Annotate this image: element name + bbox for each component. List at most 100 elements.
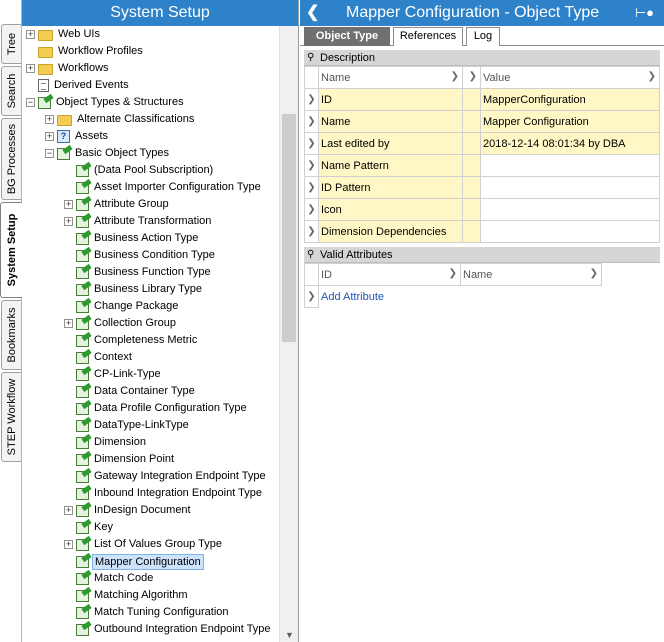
column-header-spacer[interactable]: ❯ [462, 66, 481, 89]
back-arrow-icon[interactable]: ❮ [306, 0, 319, 26]
tree-scrollbar[interactable]: ▼ [279, 26, 298, 642]
tree-node[interactable]: (Data Pool Subscription) [64, 162, 215, 179]
tab-references[interactable]: References [393, 27, 463, 46]
tree-node[interactable]: Mapper Configuration [64, 553, 204, 570]
tree-node-label[interactable]: Match Code [92, 570, 155, 587]
tree-node[interactable]: Data Container Type [64, 383, 197, 400]
tree-node[interactable]: +? Assets [45, 128, 110, 145]
property-value[interactable] [480, 154, 660, 177]
scrollbar-thumb[interactable] [282, 114, 296, 342]
side-tab-system-setup[interactable]: System Setup [0, 202, 22, 298]
tree-node[interactable]: + Collection Group [64, 315, 178, 332]
tree-node[interactable]: Matching Algorithm [64, 587, 190, 604]
tree-node[interactable]: Key [64, 519, 115, 536]
column-header-id[interactable]: ID ❯ [318, 263, 461, 286]
property-value[interactable]: MapperConfiguration [480, 88, 660, 111]
tree-node[interactable]: Change Package [64, 298, 180, 315]
description-section-header[interactable]: ⚲ Description [304, 50, 660, 66]
tree-node-label[interactable]: DataType-LinkType [92, 417, 191, 434]
tree-node-label[interactable]: Data Container Type [92, 383, 197, 400]
tab-object-type[interactable]: Object Type [304, 27, 390, 46]
tree-node[interactable]: + Attribute Group [64, 196, 171, 213]
tree-node[interactable]: Match Tuning Configuration [64, 604, 231, 621]
tree-node-label[interactable]: Basic Object Types [73, 145, 171, 162]
tree-node[interactable]: Workflow Profiles [26, 43, 145, 60]
table-row[interactable]: ❯ Dimension Dependencies [304, 220, 660, 243]
property-value[interactable]: Mapper Configuration [480, 110, 660, 133]
tree-node-label[interactable]: Outbound Integration Endpoint Type [92, 621, 273, 638]
tree-node-label[interactable]: Gateway Integration Endpoint Type [92, 468, 268, 485]
tree-node-label[interactable]: List Of Values Group Type [92, 536, 224, 553]
tree-node-label[interactable]: Completeness Metric [92, 332, 199, 349]
tree-node-label[interactable]: Key [92, 519, 115, 536]
valid-attributes-section-header[interactable]: ⚲ Valid Attributes [304, 247, 660, 263]
tree-node[interactable]: + List Of Values Group Type [64, 536, 224, 553]
tree-node-label[interactable]: Mapper Configuration [92, 553, 204, 570]
tree-node[interactable]: Business Library Type [64, 281, 204, 298]
tree-node[interactable]: Context [64, 349, 134, 366]
tree-node-label[interactable]: Alternate Classifications [75, 111, 196, 128]
table-row[interactable]: ❯ Name Mapper Configuration [304, 110, 660, 133]
table-row[interactable]: ❯ Icon [304, 198, 660, 221]
tree-node-label[interactable]: Object Types & Structures [54, 94, 186, 111]
tree-node[interactable]: Match Code [64, 570, 155, 587]
tree-node-label[interactable]: Data Profile Configuration Type [92, 400, 249, 417]
column-header-name[interactable]: Name ❯ [460, 263, 602, 286]
tree-node[interactable]: Business Function Type [64, 264, 213, 281]
side-tab-tree[interactable]: Tree [1, 24, 21, 64]
tree-node[interactable]: DataType-LinkType [64, 417, 191, 434]
tree-node-label[interactable]: Context [92, 349, 134, 366]
tree-node-label[interactable]: Dimension [92, 434, 148, 451]
tree-node[interactable]: + Web UIs [26, 26, 102, 43]
tree-node[interactable]: Business Action Type [64, 230, 200, 247]
tree-node-label[interactable]: Dimension Point [92, 451, 176, 468]
expand-icon[interactable]: + [26, 30, 35, 39]
table-row[interactable]: ❯ ID Pattern [304, 176, 660, 199]
tree-node-label[interactable]: Assets [73, 128, 110, 145]
table-row[interactable]: ❯ ID MapperConfiguration [304, 88, 660, 111]
tree-node[interactable]: Dimension [64, 434, 148, 451]
expand-icon[interactable]: + [64, 540, 73, 549]
expand-icon[interactable]: + [64, 506, 73, 515]
tree-node-label[interactable]: Workflow Profiles [56, 43, 145, 60]
tree-node[interactable]: + InDesign Document [64, 502, 193, 519]
tree-node[interactable]: − Basic Object Types [45, 145, 171, 162]
tree-node-label[interactable]: Business Function Type [92, 264, 213, 281]
property-value[interactable] [480, 176, 660, 199]
tree-node-label[interactable]: Derived Events [52, 77, 131, 94]
add-attribute-link[interactable]: Add Attribute [321, 291, 384, 303]
tree-node-label[interactable]: Attribute Transformation [92, 213, 213, 230]
pin-icon[interactable]: ⊢● [635, 0, 654, 26]
tree-node-label[interactable]: Business Action Type [92, 230, 200, 247]
tree-node[interactable]: Business Condition Type [64, 247, 217, 264]
tree-node-label[interactable]: CP-Link-Type [92, 366, 163, 383]
tree-node-label[interactable]: Business Condition Type [92, 247, 217, 264]
property-value[interactable]: 2018-12-14 08:01:34 by DBA [480, 132, 660, 155]
tree-node[interactable]: Dimension Point [64, 451, 176, 468]
tree-node-label[interactable]: (Data Pool Subscription) [92, 162, 215, 179]
tree-node-label[interactable]: Asset Importer Configuration Type [92, 179, 263, 196]
scroll-down-icon[interactable]: ▼ [280, 630, 299, 640]
property-value[interactable] [480, 220, 660, 243]
tree-node-label[interactable]: Attribute Group [92, 196, 171, 213]
tree-node-label[interactable]: Workflows [56, 60, 111, 77]
tab-log[interactable]: Log [466, 27, 500, 46]
tree-node-label[interactable]: Web UIs [56, 26, 102, 43]
side-tab-bg-processes[interactable]: BG Processes [1, 118, 21, 200]
tree-node[interactable]: Completeness Metric [64, 332, 199, 349]
tree-node[interactable]: Data Profile Configuration Type [64, 400, 249, 417]
tree-node[interactable]: + Alternate Classifications [45, 111, 196, 128]
tree-node[interactable]: + Attribute Transformation [64, 213, 213, 230]
expand-icon[interactable]: + [45, 132, 54, 141]
tree-node-label[interactable]: Matching Algorithm [92, 587, 190, 604]
tree-node[interactable]: Derived Events [26, 77, 131, 94]
tree-node-label[interactable]: Match Tuning Configuration [92, 604, 231, 621]
property-value[interactable] [480, 198, 660, 221]
table-row[interactable]: ❯ Name Pattern [304, 154, 660, 177]
table-row[interactable]: ❯ Last edited by 2018-12-14 08:01:34 by DB… [304, 132, 660, 155]
tree-node[interactable]: − Object Types & Structures [26, 94, 186, 111]
tree-node[interactable]: Inbound Integration Endpoint Type [64, 485, 264, 502]
tree-node[interactable]: + Workflows [26, 60, 111, 77]
tree-node-label[interactable]: InDesign Document [92, 502, 193, 519]
tree-node[interactable]: Outbound Integration Endpoint Type [64, 621, 273, 638]
